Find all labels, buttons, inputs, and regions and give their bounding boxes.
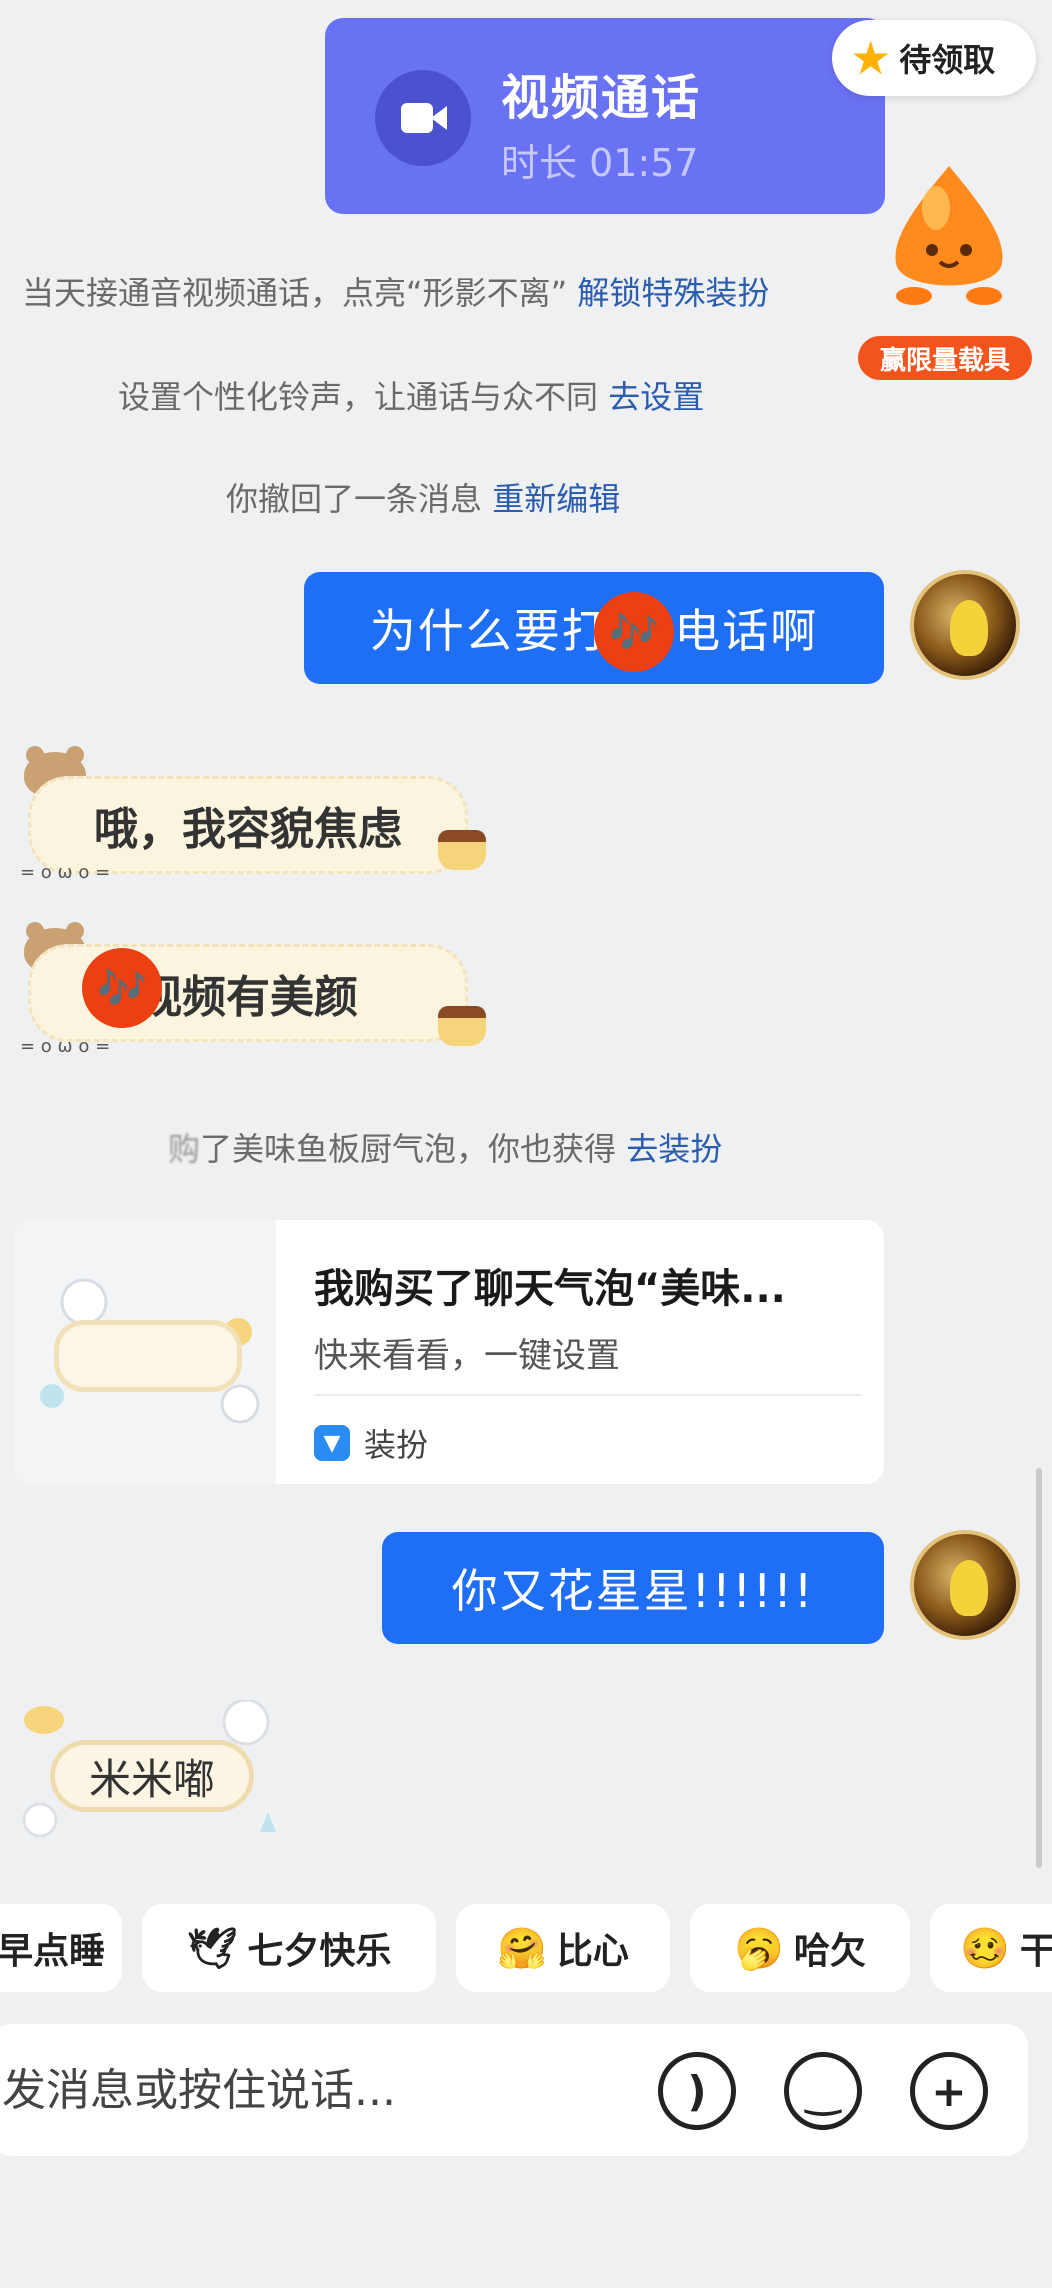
call-duration: 时长 01:57: [501, 141, 699, 185]
video-call-card[interactable]: 视频通话 时长 01:57: [325, 18, 885, 214]
share-card-title: 我购买了聊天气泡“美味...: [314, 1266, 786, 1312]
go-settings-link[interactable]: 去设置: [608, 378, 704, 416]
pudding-icon: [438, 830, 486, 870]
received-message-bubble[interactable]: 米米嘟: [50, 1740, 254, 1812]
bubble-face-tag: = o ω o =: [20, 1036, 111, 1057]
message-input[interactable]: [0, 2024, 640, 2156]
quick-reply-cheers[interactable]: 🥴 干: [930, 1904, 1052, 1992]
heart-hands-emoji-icon: 🤗: [497, 1925, 547, 1972]
go-outfit-link[interactable]: 去装扮: [626, 1130, 722, 1168]
limited-vehicle-badge[interactable]: 赢限量载具: [858, 336, 1032, 380]
quick-reply-heart[interactable]: 🤗 比心: [456, 1904, 670, 1992]
quick-reply-yawn[interactable]: 🥱 哈欠: [690, 1904, 910, 1992]
reward-pending-button[interactable]: ★ 待领取: [832, 20, 1036, 96]
system-line-outfit: 购了美味鱼板厨气泡，你也获得 去装扮: [168, 1130, 723, 1168]
music-note-icon[interactable]: 🎶: [594, 592, 674, 672]
quick-reply-qixi[interactable]: 🕊 七夕快乐: [142, 1904, 436, 1992]
bubble-thumbnail: [14, 1220, 276, 1484]
call-title: 视频通话: [501, 70, 702, 126]
system-line-ringtone: 设置个性化铃声，让通话与众不同 去设置: [118, 378, 705, 416]
user-avatar[interactable]: [910, 570, 1020, 680]
divider: [314, 1394, 862, 1396]
music-note-icon[interactable]: 🎶: [82, 948, 162, 1028]
reward-label: 待领取: [899, 41, 996, 79]
share-card-subtitle: 快来看看，一键设置: [314, 1336, 620, 1376]
received-message-bubble[interactable]: 哦，我容貌焦虑: [28, 776, 468, 874]
bubble-face-tag: = o ω o =: [20, 862, 111, 883]
system-line-recalled: 你撤回了一条消息 重新编辑: [226, 480, 621, 518]
share-card[interactable]: 我购买了聊天气泡“美味... 快来看看，一键设置 ▼ 装扮: [14, 1220, 884, 1484]
quick-reply-early-sleep[interactable]: 早点睡: [0, 1904, 122, 1992]
emoji-icon[interactable]: ‿: [784, 2052, 862, 2130]
bird-icon: 🕊: [186, 1925, 238, 1972]
yawn-emoji-icon: 🥱: [734, 1925, 784, 1972]
share-card-tag: ▼ 装扮: [314, 1420, 428, 1466]
blurred-name: 购: [168, 1130, 201, 1168]
user-avatar[interactable]: [910, 1530, 1020, 1640]
smile-emoji-icon: 🥴: [960, 1925, 1010, 1972]
add-icon[interactable]: +: [910, 2052, 988, 2130]
re-edit-link[interactable]: 重新编辑: [492, 480, 620, 518]
mascot-icon[interactable]: [874, 158, 1024, 308]
message-input-bar: ) ‿ +: [0, 2024, 1028, 2156]
pudding-icon: [438, 1006, 486, 1046]
voice-icon[interactable]: ): [658, 2052, 736, 2130]
star-icon: ★: [850, 31, 892, 85]
system-line-unlock: 当天接通音视频通话，点亮“形影不离” 解锁特殊装扮: [22, 274, 770, 312]
unlock-outfit-link[interactable]: 解锁特殊装扮: [577, 274, 769, 312]
sent-message-bubble[interactable]: 你又花星星!!!!!!: [382, 1532, 884, 1644]
video-camera-icon: [375, 70, 471, 166]
scrollbar[interactable]: [1036, 1468, 1042, 1868]
shirt-icon: ▼: [314, 1425, 350, 1461]
